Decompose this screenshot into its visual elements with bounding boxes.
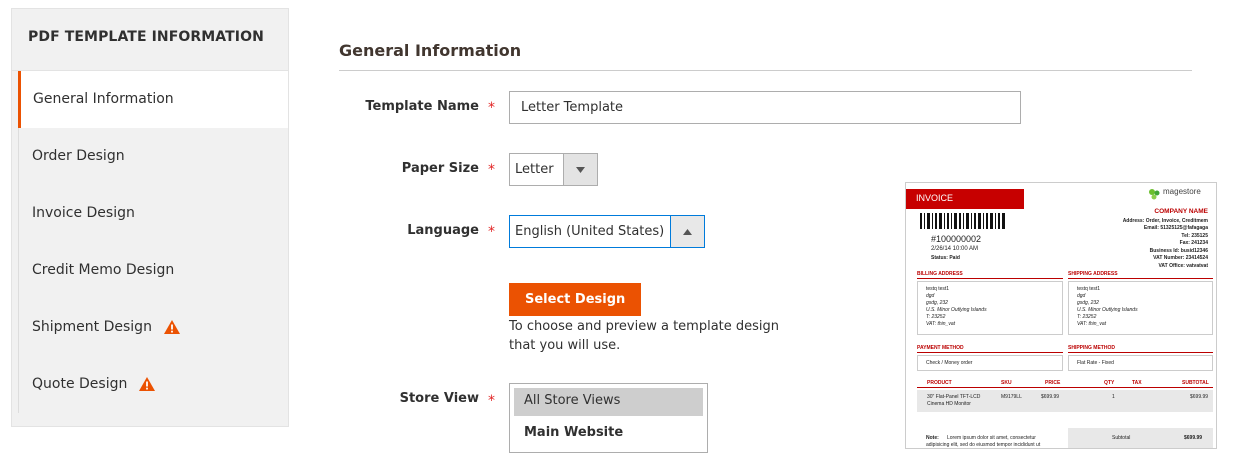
- barcode-icon: [920, 213, 1005, 229]
- template-preview-image: INVOICE magestore COMPANY NAME Address: …: [905, 182, 1217, 449]
- preview-note-label: Note:: [926, 435, 939, 441]
- product-price: $699.99: [1041, 394, 1060, 400]
- address-line: VAT: thin_vat: [1077, 321, 1106, 327]
- preview-company-name: COMPANY NAME: [1154, 208, 1208, 215]
- preview-shipping-method-box: Flat Rate - Fixed: [1068, 355, 1213, 371]
- store-view-option[interactable]: All Store Views: [514, 388, 703, 416]
- address-line: testq test1: [1077, 286, 1101, 292]
- language-label: Language: [407, 223, 479, 238]
- payment-value: Check / Money order: [926, 360, 973, 366]
- table-header: PRICE: [1045, 380, 1061, 386]
- warning-icon: [139, 377, 156, 391]
- template-name-input[interactable]: [509, 91, 1021, 124]
- sidebar-nav: General Information Order Design Invoice…: [18, 71, 288, 413]
- sidebar-item-credit-memo-design[interactable]: Credit Memo Design: [18, 242, 288, 299]
- preview-payment-header: PAYMENT METHOD: [917, 345, 1063, 353]
- sidebar-item-label: Credit Memo Design: [32, 262, 175, 278]
- address-line: gsdg, 232: [1077, 300, 1099, 306]
- chevron-up-icon[interactable]: [670, 216, 704, 247]
- paper-size-label: Paper Size: [401, 161, 479, 176]
- address-line: T: 23252: [926, 314, 946, 320]
- preview-title: INVOICE: [906, 189, 1024, 209]
- sidebar-item-quote-design[interactable]: Quote Design: [18, 356, 288, 413]
- template-name-label: Template Name: [365, 99, 479, 114]
- product-sku: M9179LL: [1001, 394, 1022, 400]
- select-design-note: To choose and preview a template design …: [509, 317, 779, 355]
- preview-note-text: Lorem ipsum dolor sit amet, consectetur: [947, 435, 1036, 441]
- subtotal-value: $699.99: [1184, 435, 1203, 441]
- store-view-multiselect[interactable]: All Store Views Main Website: [509, 383, 708, 453]
- address-line: dgd: [1077, 293, 1086, 299]
- required-marker: *: [488, 100, 495, 116]
- preview-note-text: adipisicing elit, sed do eiusmod tempor …: [926, 442, 1041, 448]
- required-marker: *: [488, 393, 495, 409]
- magestore-logo-icon: [1149, 189, 1160, 200]
- sidebar-title: PDF TEMPLATE INFORMATION: [12, 9, 288, 71]
- preview-payment-box: Check / Money order: [917, 355, 1063, 371]
- note-line: To choose and preview a template design: [509, 319, 780, 334]
- store-view-label: Store View: [399, 391, 479, 406]
- table-header: SKU: [1001, 380, 1012, 386]
- preview-shipping-method-header: SHIPPING METHOD: [1068, 345, 1213, 353]
- paper-size-select[interactable]: Letter: [509, 153, 598, 186]
- preview-subtotal-box: Subtotal $699.99: [1068, 428, 1213, 448]
- product-subtotal: $699.99: [1190, 394, 1209, 400]
- preview-status: Status: Paid: [931, 255, 960, 261]
- sidebar-item-invoice-design[interactable]: Invoice Design: [18, 185, 288, 242]
- store-view-option[interactable]: Main Website: [514, 420, 703, 448]
- preview-shipping-box: testq test1 dgd gsdg, 232 U.S. Minor Out…: [1068, 281, 1213, 335]
- preview-shipping-header: SHIPPING ADDRESS: [1068, 271, 1213, 279]
- note-line: that you will use.: [509, 338, 621, 353]
- table-header: QTY: [1104, 380, 1115, 386]
- address-line: testq test1: [926, 286, 950, 292]
- language-value: English (United States): [515, 224, 665, 239]
- sidebar-item-label: General Information: [33, 91, 174, 107]
- address-line: dgd: [926, 293, 935, 299]
- sidebar-item-label: Quote Design: [32, 376, 128, 392]
- select-design-button[interactable]: Select Design: [509, 283, 642, 316]
- sidebar-item-shipment-design[interactable]: Shipment Design: [18, 299, 288, 356]
- required-marker: *: [488, 162, 495, 178]
- shipping-method-value: Flat Rate - Fixed: [1077, 360, 1114, 366]
- preview-business-id: Business Id: busid12346: [1149, 248, 1208, 254]
- sidebar: PDF TEMPLATE INFORMATION General Informa…: [11, 8, 289, 427]
- chevron-down-icon[interactable]: [563, 154, 597, 185]
- language-select[interactable]: English (United States): [509, 215, 705, 248]
- sidebar-item-label: Shipment Design: [32, 319, 152, 335]
- address-line: U.S. Minor Outlying Islands: [926, 307, 987, 313]
- warning-icon: [163, 320, 180, 334]
- preview-billing-box: testq test1 dgd gsdg, 232 U.S. Minor Out…: [917, 281, 1063, 335]
- preview-address: Address: Order, Invoice, Creditmem: [1122, 218, 1208, 224]
- subtotal-label: Subtotal: [1112, 435, 1131, 441]
- paper-size-value: Letter: [515, 162, 554, 177]
- sidebar-item-label: Invoice Design: [32, 205, 135, 221]
- sidebar-item-order-design[interactable]: Order Design: [18, 128, 288, 185]
- required-marker: *: [488, 224, 495, 240]
- sidebar-item-label: Order Design: [32, 148, 125, 164]
- preview-date: 2/26/14 10:00 AM: [931, 246, 979, 252]
- table-header: TAX: [1132, 380, 1142, 386]
- product-qty: 1: [1112, 394, 1115, 400]
- address-line: gsdg, 232: [926, 300, 948, 306]
- product-name: Cinema HD Monitor: [927, 401, 971, 407]
- preview-tel: Tel: 235125: [1181, 233, 1208, 239]
- preview-vat-number: VAT Number: 23414524: [1153, 255, 1208, 261]
- preview-email: Email: 51325125@fafagaga: [1143, 225, 1208, 231]
- sidebar-item-general-information[interactable]: General Information: [18, 71, 288, 128]
- preview-table-header: PRODUCT SKU PRICE QTY TAX SUBTOTAL: [917, 380, 1213, 388]
- section-title: General Information: [339, 41, 1192, 71]
- preview-product-row: 30" Flat-Panel TFT-LCD Cinema HD Monitor…: [917, 390, 1213, 412]
- address-line: U.S. Minor Outlying Islands: [1077, 307, 1138, 313]
- address-line: T: 23252: [1077, 314, 1097, 320]
- table-header: SUBTOTAL: [1182, 380, 1209, 386]
- address-line: VAT: thin_vat: [926, 321, 955, 327]
- preview-vat-office: VAT Office: vatvatvat: [1158, 263, 1208, 269]
- preview-fax: Fax: 241234: [1179, 240, 1208, 246]
- preview-invoice-number: #100000002: [931, 234, 982, 244]
- table-header: PRODUCT: [927, 380, 952, 386]
- preview-logo-text: magestore: [1163, 187, 1201, 196]
- product-name: 30" Flat-Panel TFT-LCD: [927, 394, 981, 400]
- preview-billing-header: BILLING ADDRESS: [917, 271, 1063, 279]
